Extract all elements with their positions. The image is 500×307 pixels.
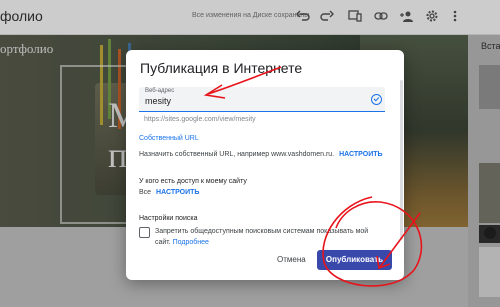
cancel-button[interactable]: Отмена: [277, 255, 306, 264]
hide-from-search-label: Запретить общедоступным поисковым систем…: [155, 226, 383, 248]
dialog-scrollbar[interactable]: [400, 80, 403, 240]
web-address-label: Веб-адрес: [145, 88, 175, 94]
check-circle-icon: [371, 94, 382, 105]
publish-button[interactable]: Опубликовать: [317, 250, 392, 270]
web-address-input[interactable]: [145, 96, 345, 106]
learn-more-link[interactable]: Подробнее: [173, 239, 209, 246]
custom-url-row: Назначить собственный URL, например www.…: [139, 151, 383, 158]
full-site-url: https://sites.google.com/view/mesity: [144, 116, 256, 123]
dialog-title: Публикация в Интернете: [140, 60, 303, 76]
custom-url-configure-link[interactable]: НАСТРОИТЬ: [339, 151, 382, 158]
access-row: Все НАСТРОИТЬ: [139, 189, 199, 196]
search-settings-heading: Настройки поиска: [139, 215, 198, 222]
custom-url-heading[interactable]: Собственный URL: [139, 135, 199, 142]
access-value: Все: [139, 189, 152, 196]
web-address-field[interactable]: Веб-адрес: [139, 87, 385, 112]
custom-url-text: Назначить собственный URL, например www.…: [139, 151, 335, 158]
publish-dialog: Публикация в Интернете Веб-адрес https:/…: [126, 50, 404, 280]
access-heading: У кого есть доступ к моему сайту: [139, 178, 247, 185]
access-configure-link[interactable]: НАСТРОИТЬ: [156, 189, 199, 196]
hide-from-search-checkbox[interactable]: [139, 227, 150, 238]
